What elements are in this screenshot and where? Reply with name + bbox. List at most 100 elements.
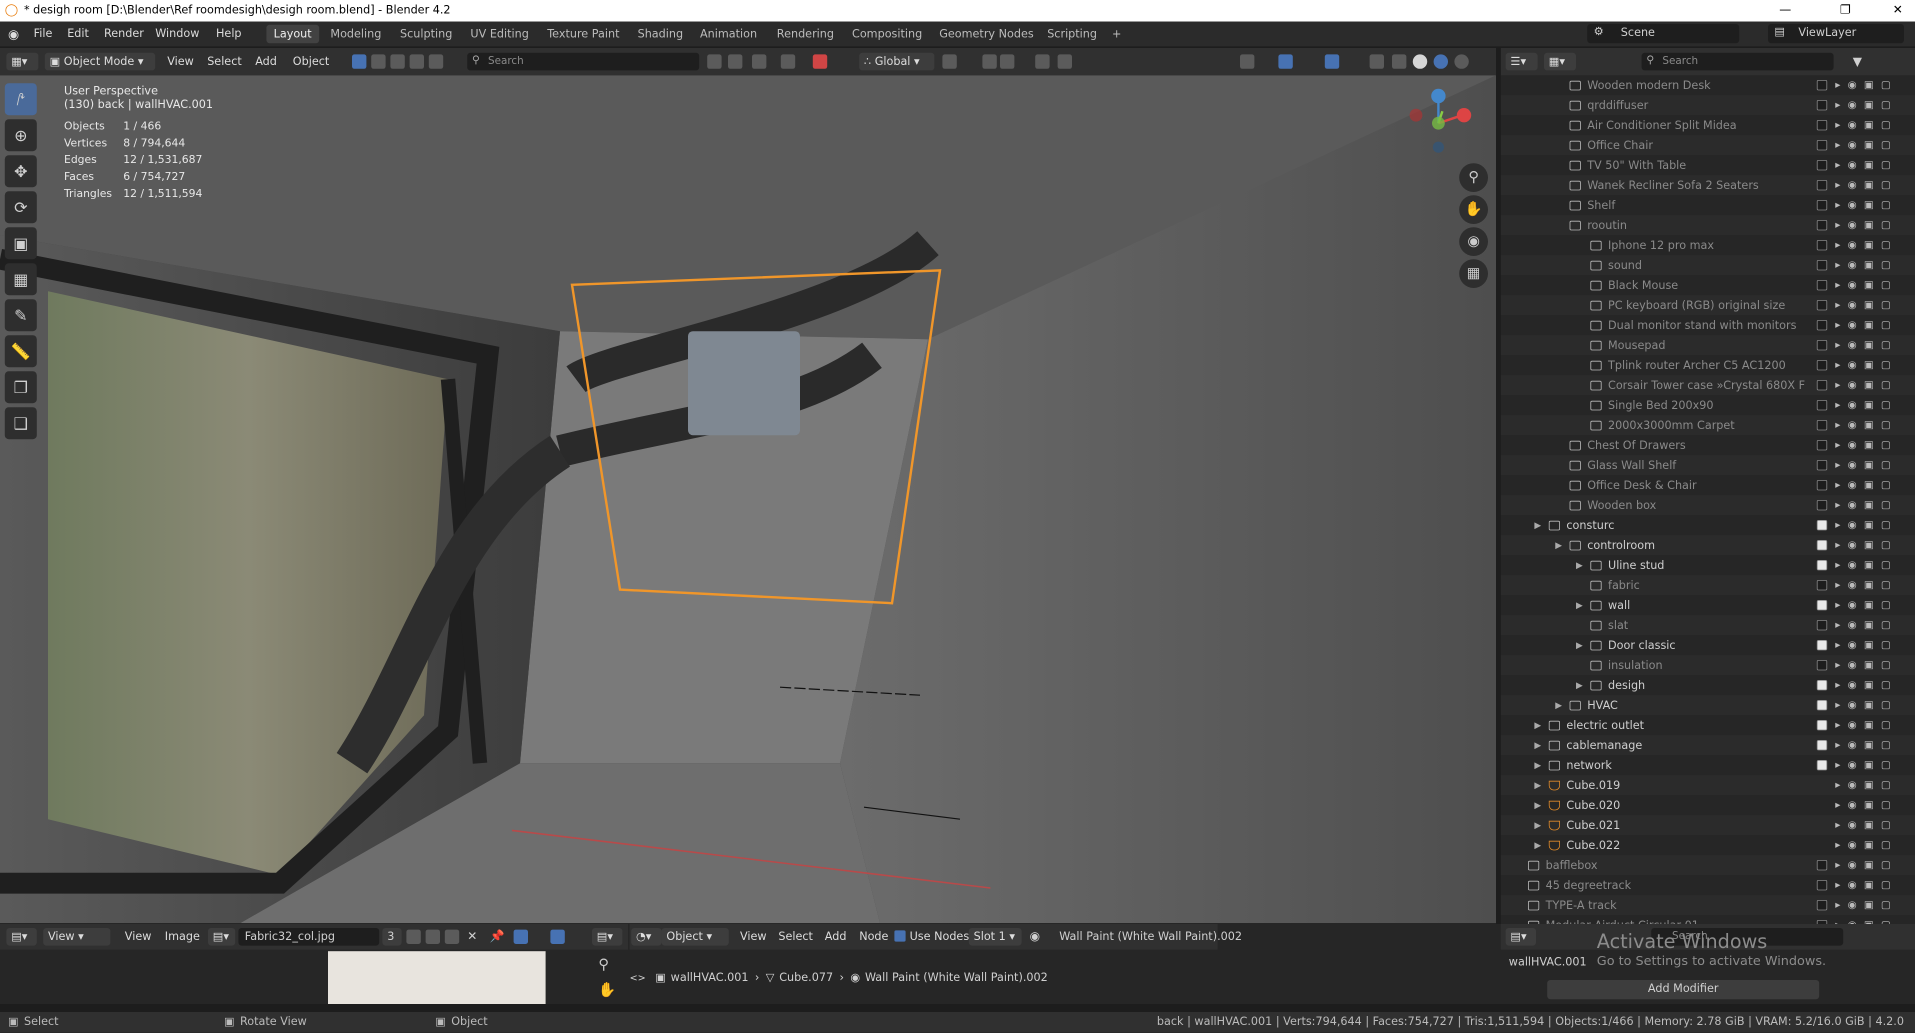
outliner-row[interactable]: Tplink router Archer C5 AC1200 ▸◉▣▢ <box>1501 355 1915 375</box>
visibility-toggles-icon[interactable]: ▸◉▣▢ <box>1835 679 1898 691</box>
viewport-search-input[interactable]: ⚲ Search <box>467 52 700 71</box>
outliner-row[interactable]: Chest Of Drawers ▸◉▣▢ <box>1501 435 1915 455</box>
expand-arrow-icon[interactable]: ▶ <box>1534 780 1541 790</box>
tab-layout[interactable]: Layout <box>266 24 319 44</box>
material-name[interactable]: Wall Paint (White Wall Paint).002 <box>1059 930 1242 943</box>
exclude-checkbox[interactable] <box>1816 100 1828 111</box>
outliner-row[interactable]: Office Chair ▸◉▣▢ <box>1500 135 1915 156</box>
measure-tool-icon[interactable]: 📏 <box>4 335 37 368</box>
exclude-checkbox[interactable] <box>1816 320 1828 331</box>
properties-object-name[interactable]: wallHVAC.001 <box>1509 956 1587 969</box>
snap-icon[interactable] <box>982 54 997 69</box>
visibility-toggles-icon[interactable]: ▸◉▣▢ <box>1835 739 1898 751</box>
node-menu-select[interactable]: Select <box>778 930 813 943</box>
exclude-checkbox[interactable] <box>1816 300 1828 311</box>
outliner-row[interactable]: ▶ controlroom ▸◉▣▢ <box>1500 535 1915 556</box>
visibility-toggles-icon[interactable]: ▸◉▣▢ <box>1835 759 1898 771</box>
visibility-toggles-icon[interactable]: ▸◉▣▢ <box>1835 899 1898 911</box>
collection-icon[interactable] <box>752 54 767 69</box>
zoom-icon[interactable]: ⚲ <box>1459 163 1488 192</box>
outliner-row[interactable]: Wanek Recliner Sofa 2 Seaters ▸◉▣▢ <box>1500 175 1915 196</box>
outliner-filter-icon[interactable]: ▼ <box>1853 54 1862 68</box>
outliner-row[interactable]: ▶ Cube.020 ▸◉▣▢ <box>1501 795 1915 815</box>
exclude-checkbox[interactable] <box>1816 880 1828 891</box>
close-icon[interactable]: ✕ <box>1893 2 1903 16</box>
outliner-row[interactable]: ▶ Door classic ▸◉▣▢ <box>1501 635 1915 655</box>
expand-arrow-icon[interactable]: ▶ <box>1534 720 1541 730</box>
outliner-row[interactable]: ▶ Cube.022 ▸◉▣▢ <box>1501 835 1915 855</box>
exclude-checkbox[interactable] <box>1816 760 1828 771</box>
annotate-tool-icon[interactable]: ✎ <box>4 299 37 332</box>
exclude-checkbox[interactable] <box>1816 500 1828 511</box>
camera-view-icon[interactable]: ◉ <box>1459 227 1488 256</box>
select-mode-icon[interactable] <box>371 54 386 69</box>
visibility-toggles-icon[interactable]: ▸◉▣▢ <box>1835 819 1898 831</box>
visibility-icon[interactable] <box>1240 54 1255 69</box>
outliner-row[interactable]: ▶ electric outlet ▸◉▣▢ <box>1501 715 1915 735</box>
outliner-row[interactable]: 45 degreetrack ▸◉▣▢ <box>1501 875 1915 895</box>
visibility-toggles-icon[interactable]: ▸◉▣▢ <box>1835 99 1898 111</box>
outliner-row[interactable]: Shelf ▸◉▣▢ <box>1501 195 1915 215</box>
select-box-tool-icon[interactable]: ⭚ <box>4 83 37 116</box>
display-mode-icon[interactable]: ▦▾ <box>1544 52 1576 71</box>
visibility-toggles-icon[interactable]: ▸◉▣▢ <box>1835 639 1898 651</box>
expand-arrow-icon[interactable]: ▶ <box>1576 600 1583 610</box>
visibility-toggles-icon[interactable]: ▸◉▣▢ <box>1835 579 1898 591</box>
viewlayer-selector[interactable]: ▤ ViewLayer <box>1768 24 1904 44</box>
outliner-row[interactable]: sound ▸◉▣▢ <box>1500 255 1915 276</box>
pan-hand-icon[interactable]: ✋ <box>1459 195 1488 224</box>
visibility-toggles-icon[interactable]: ▸◉▣▢ <box>1835 479 1898 491</box>
visibility-toggles-icon[interactable]: ▸◉▣▢ <box>1835 519 1898 531</box>
visibility-toggles-icon[interactable]: ▸◉▣▢ <box>1835 459 1898 471</box>
outliner-row[interactable]: bafflebox ▸◉▣▢ <box>1500 855 1915 876</box>
rotate-tool-icon[interactable]: ⟳ <box>4 191 37 224</box>
outliner-row[interactable]: Black Mouse ▸◉▣▢ <box>1501 275 1915 295</box>
gizmo-toggle-icon[interactable] <box>1278 54 1293 69</box>
exclude-checkbox[interactable] <box>1816 440 1828 451</box>
viewport-menu-select[interactable]: Select <box>207 55 242 68</box>
visibility-toggles-icon[interactable]: ▸◉▣▢ <box>1835 179 1898 191</box>
visibility-toggles-icon[interactable]: ▸◉▣▢ <box>1835 859 1898 871</box>
visibility-toggles-icon[interactable]: ▸◉▣▢ <box>1835 339 1898 351</box>
visibility-toggles-icon[interactable]: ▸◉▣▢ <box>1835 379 1898 391</box>
tab-rendering[interactable]: Rendering <box>770 25 842 43</box>
visibility-toggles-icon[interactable]: ▸◉▣▢ <box>1835 419 1898 431</box>
outliner-row[interactable]: TV 50" With Table ▸◉▣▢ <box>1501 155 1915 175</box>
visibility-toggles-icon[interactable]: ▸◉▣▢ <box>1835 539 1898 551</box>
outliner-row[interactable]: insulation ▸◉▣▢ <box>1500 655 1915 676</box>
minimize-icon[interactable]: — <box>1779 2 1791 16</box>
visibility-toggles-icon[interactable]: ▸◉▣▢ <box>1835 839 1898 851</box>
outliner-row[interactable]: ▶ Cube.021 ▸◉▣▢ <box>1500 815 1915 836</box>
outliner-row[interactable]: slat ▸◉▣▢ <box>1500 615 1915 636</box>
visibility-toggles-icon[interactable]: ▸◉▣▢ <box>1835 399 1898 411</box>
tab-sculpting[interactable]: Sculpting <box>393 25 460 43</box>
exclude-checkbox[interactable] <box>1816 340 1828 351</box>
exclude-checkbox[interactable] <box>1816 420 1828 431</box>
outliner-row[interactable]: ▶ consturc ▸◉▣▢ <box>1501 515 1915 535</box>
viewport-menu-add[interactable]: Add <box>255 55 277 68</box>
pin-icon[interactable]: 📌 <box>490 929 505 943</box>
exclude-checkbox[interactable] <box>1816 260 1828 271</box>
shader-type-dropdown[interactable]: Object ▾ <box>661 928 729 946</box>
exclude-checkbox[interactable] <box>1816 680 1828 691</box>
scale-tool-icon[interactable]: ▣ <box>4 227 37 260</box>
outliner-row[interactable]: qrddiffuser ▸◉▣▢ <box>1500 95 1915 116</box>
menu-help[interactable]: Help <box>216 27 242 40</box>
select-subtract-icon[interactable] <box>409 54 424 69</box>
solid-shading-icon[interactable] <box>1412 54 1428 69</box>
expand-arrow-icon[interactable]: ▶ <box>1576 640 1583 650</box>
exclude-checkbox[interactable] <box>1816 180 1828 191</box>
visibility-toggles-icon[interactable]: ▸◉▣▢ <box>1835 219 1898 231</box>
visibility-toggles-icon[interactable]: ▸◉▣▢ <box>1835 559 1898 571</box>
navigation-gizmo[interactable] <box>1390 83 1486 163</box>
outliner-search-input[interactable]: ⚲ Search <box>1641 52 1834 71</box>
select-intersect-icon[interactable] <box>428 54 444 69</box>
exclude-checkbox[interactable] <box>1816 380 1828 391</box>
menu-window[interactable]: Window <box>155 27 199 40</box>
expand-arrow-icon[interactable]: ▶ <box>1555 540 1562 550</box>
exclude-checkbox[interactable] <box>1816 580 1828 591</box>
visibility-toggles-icon[interactable]: ▸◉▣▢ <box>1835 199 1898 211</box>
outliner-row[interactable]: Wooden modern Desk ▸◉▣▢ <box>1501 75 1915 95</box>
node-menu-view[interactable]: View <box>740 930 767 943</box>
view-filter-icon[interactable] <box>707 54 722 69</box>
